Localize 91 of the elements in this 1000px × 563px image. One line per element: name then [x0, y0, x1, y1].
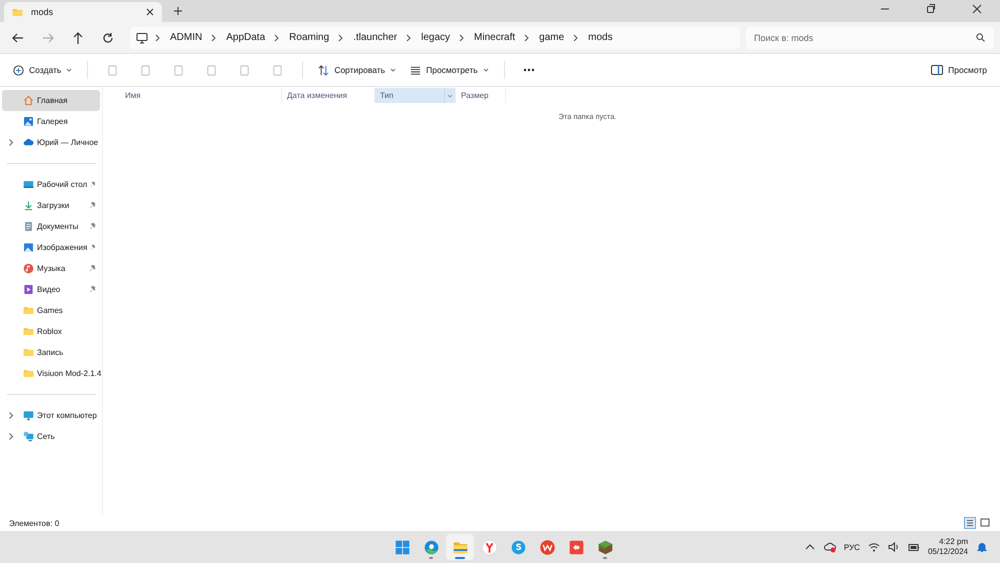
caret-icon: [390, 68, 396, 72]
office-icon: [538, 538, 556, 556]
chevron-icon: [210, 34, 218, 42]
breadcrumb-item[interactable]: AppData: [220, 32, 272, 43]
sidebar-item[interactable]: Главная: [2, 90, 100, 111]
grass-block-icon: [596, 538, 614, 556]
sidebar-item[interactable]: Запись: [2, 342, 100, 363]
document-icon: [23, 221, 34, 232]
search-field[interactable]: Поиск в: mods: [746, 26, 994, 48]
breadcrumb-item[interactable]: .tlauncher: [347, 32, 404, 43]
windows-icon: [394, 538, 410, 556]
chevron-icon: [523, 34, 532, 42]
sidebar-item[interactable]: Roblox: [2, 321, 100, 342]
breadcrumb-item[interactable]: game: [533, 32, 570, 43]
column-header[interactable]: Имя: [120, 88, 282, 103]
chevron-icon: [458, 34, 466, 42]
window-tab[interactable]: mods: [4, 2, 162, 22]
breadcrumb-item[interactable]: ADMIN: [164, 32, 208, 43]
sort-icon: [318, 64, 330, 76]
create-button[interactable]: Создать: [8, 60, 78, 80]
network-icon: [23, 431, 34, 442]
sidebar-item[interactable]: Юрий — Личное: [2, 132, 100, 153]
sidebar-item[interactable]: Видео: [2, 279, 100, 300]
preview-pane-icon: [931, 65, 944, 75]
taskbar-app[interactable]: [446, 534, 474, 560]
sidebar-item[interactable]: Visiuon Mod-2.1.4: [2, 363, 100, 384]
sort-button[interactable]: Сортировать: [313, 60, 402, 80]
chevron-icon: [337, 34, 346, 42]
folder-icon: [12, 6, 23, 18]
tab-title: mods: [31, 7, 54, 17]
monitor-icon: [23, 410, 34, 421]
browser-icon: [422, 538, 440, 556]
sidebar-item[interactable]: Загрузки: [2, 195, 100, 216]
sidebar-item[interactable]: Этот компьютер: [2, 405, 100, 426]
bell-icon[interactable]: [976, 541, 988, 553]
sidebar-item[interactable]: Документы: [2, 216, 100, 237]
chevron-icon: [154, 34, 162, 42]
caret-icon: [482, 68, 489, 72]
image-icon: [23, 242, 34, 253]
cloud-icon: [23, 137, 34, 148]
chevron-icon[interactable]: [8, 412, 14, 419]
address-bar[interactable]: ADMIN AppData Roaming .tlauncher legacy Minecraft game mods: [130, 26, 740, 48]
breadcrumb-item[interactable]: mods: [582, 32, 619, 43]
monitor-icon: [136, 32, 148, 44]
sidebar-item[interactable]: Games: [2, 300, 100, 321]
battery-icon[interactable]: [908, 541, 920, 553]
desktop-icon: [23, 179, 34, 190]
breadcrumb-item[interactable]: Minecraft: [468, 32, 522, 43]
folder-icon: [23, 305, 34, 316]
language-indicator[interactable]: РУС: [844, 542, 860, 552]
gallery-icon: [23, 116, 34, 127]
chevron-icon: [405, 34, 414, 42]
plus-circle-icon: [13, 64, 24, 76]
new-tab-icon[interactable]: [172, 5, 184, 17]
view-button[interactable]: Просмотреть: [405, 60, 494, 80]
chevron-icon[interactable]: [8, 139, 14, 146]
chat-icon: [510, 538, 526, 556]
column-header[interactable]: Размер: [456, 88, 506, 103]
wifi-icon[interactable]: [868, 541, 880, 553]
sidebar-item[interactable]: Галерея: [2, 111, 100, 132]
folder-icon: [23, 326, 34, 337]
preview-button[interactable]: Просмотр: [926, 61, 992, 79]
search-icon[interactable]: [976, 33, 985, 42]
sidebar-item[interactable]: Изображения: [2, 237, 100, 258]
caret-icon: [66, 68, 72, 72]
video-icon: [23, 284, 34, 295]
speaker-icon[interactable]: [888, 541, 900, 553]
clock[interactable]: 4:22 pm 05/12/2024: [928, 537, 968, 557]
browser-icon: [480, 538, 498, 556]
chevron-icon: [273, 34, 282, 42]
download-icon: [23, 200, 34, 211]
item-count: Элементов: 0: [9, 518, 60, 528]
folder-icon: [23, 368, 34, 379]
music-icon: [23, 263, 34, 274]
details-view-icon[interactable]: [964, 517, 976, 529]
column-header[interactable]: Тип: [375, 88, 456, 103]
sidebar-item[interactable]: Сеть: [2, 426, 100, 447]
more-icon: [522, 68, 535, 72]
breadcrumb-item[interactable]: legacy: [415, 32, 456, 43]
list-icon: [410, 64, 422, 76]
remote-desktop-icon: [568, 538, 584, 556]
sidebar-item[interactable]: Рабочий стол: [2, 174, 100, 195]
tiles-view-icon[interactable]: [979, 517, 991, 529]
cloud-error-icon[interactable]: [824, 541, 836, 553]
home-icon: [23, 95, 34, 106]
chevron-icon: [572, 34, 580, 42]
sidebar-item[interactable]: Музыка: [2, 258, 100, 279]
breadcrumb-item[interactable]: Roaming: [283, 32, 336, 43]
chevron-icon[interactable]: [8, 433, 14, 440]
close-icon[interactable]: [146, 8, 154, 16]
folder-icon: [23, 347, 34, 358]
